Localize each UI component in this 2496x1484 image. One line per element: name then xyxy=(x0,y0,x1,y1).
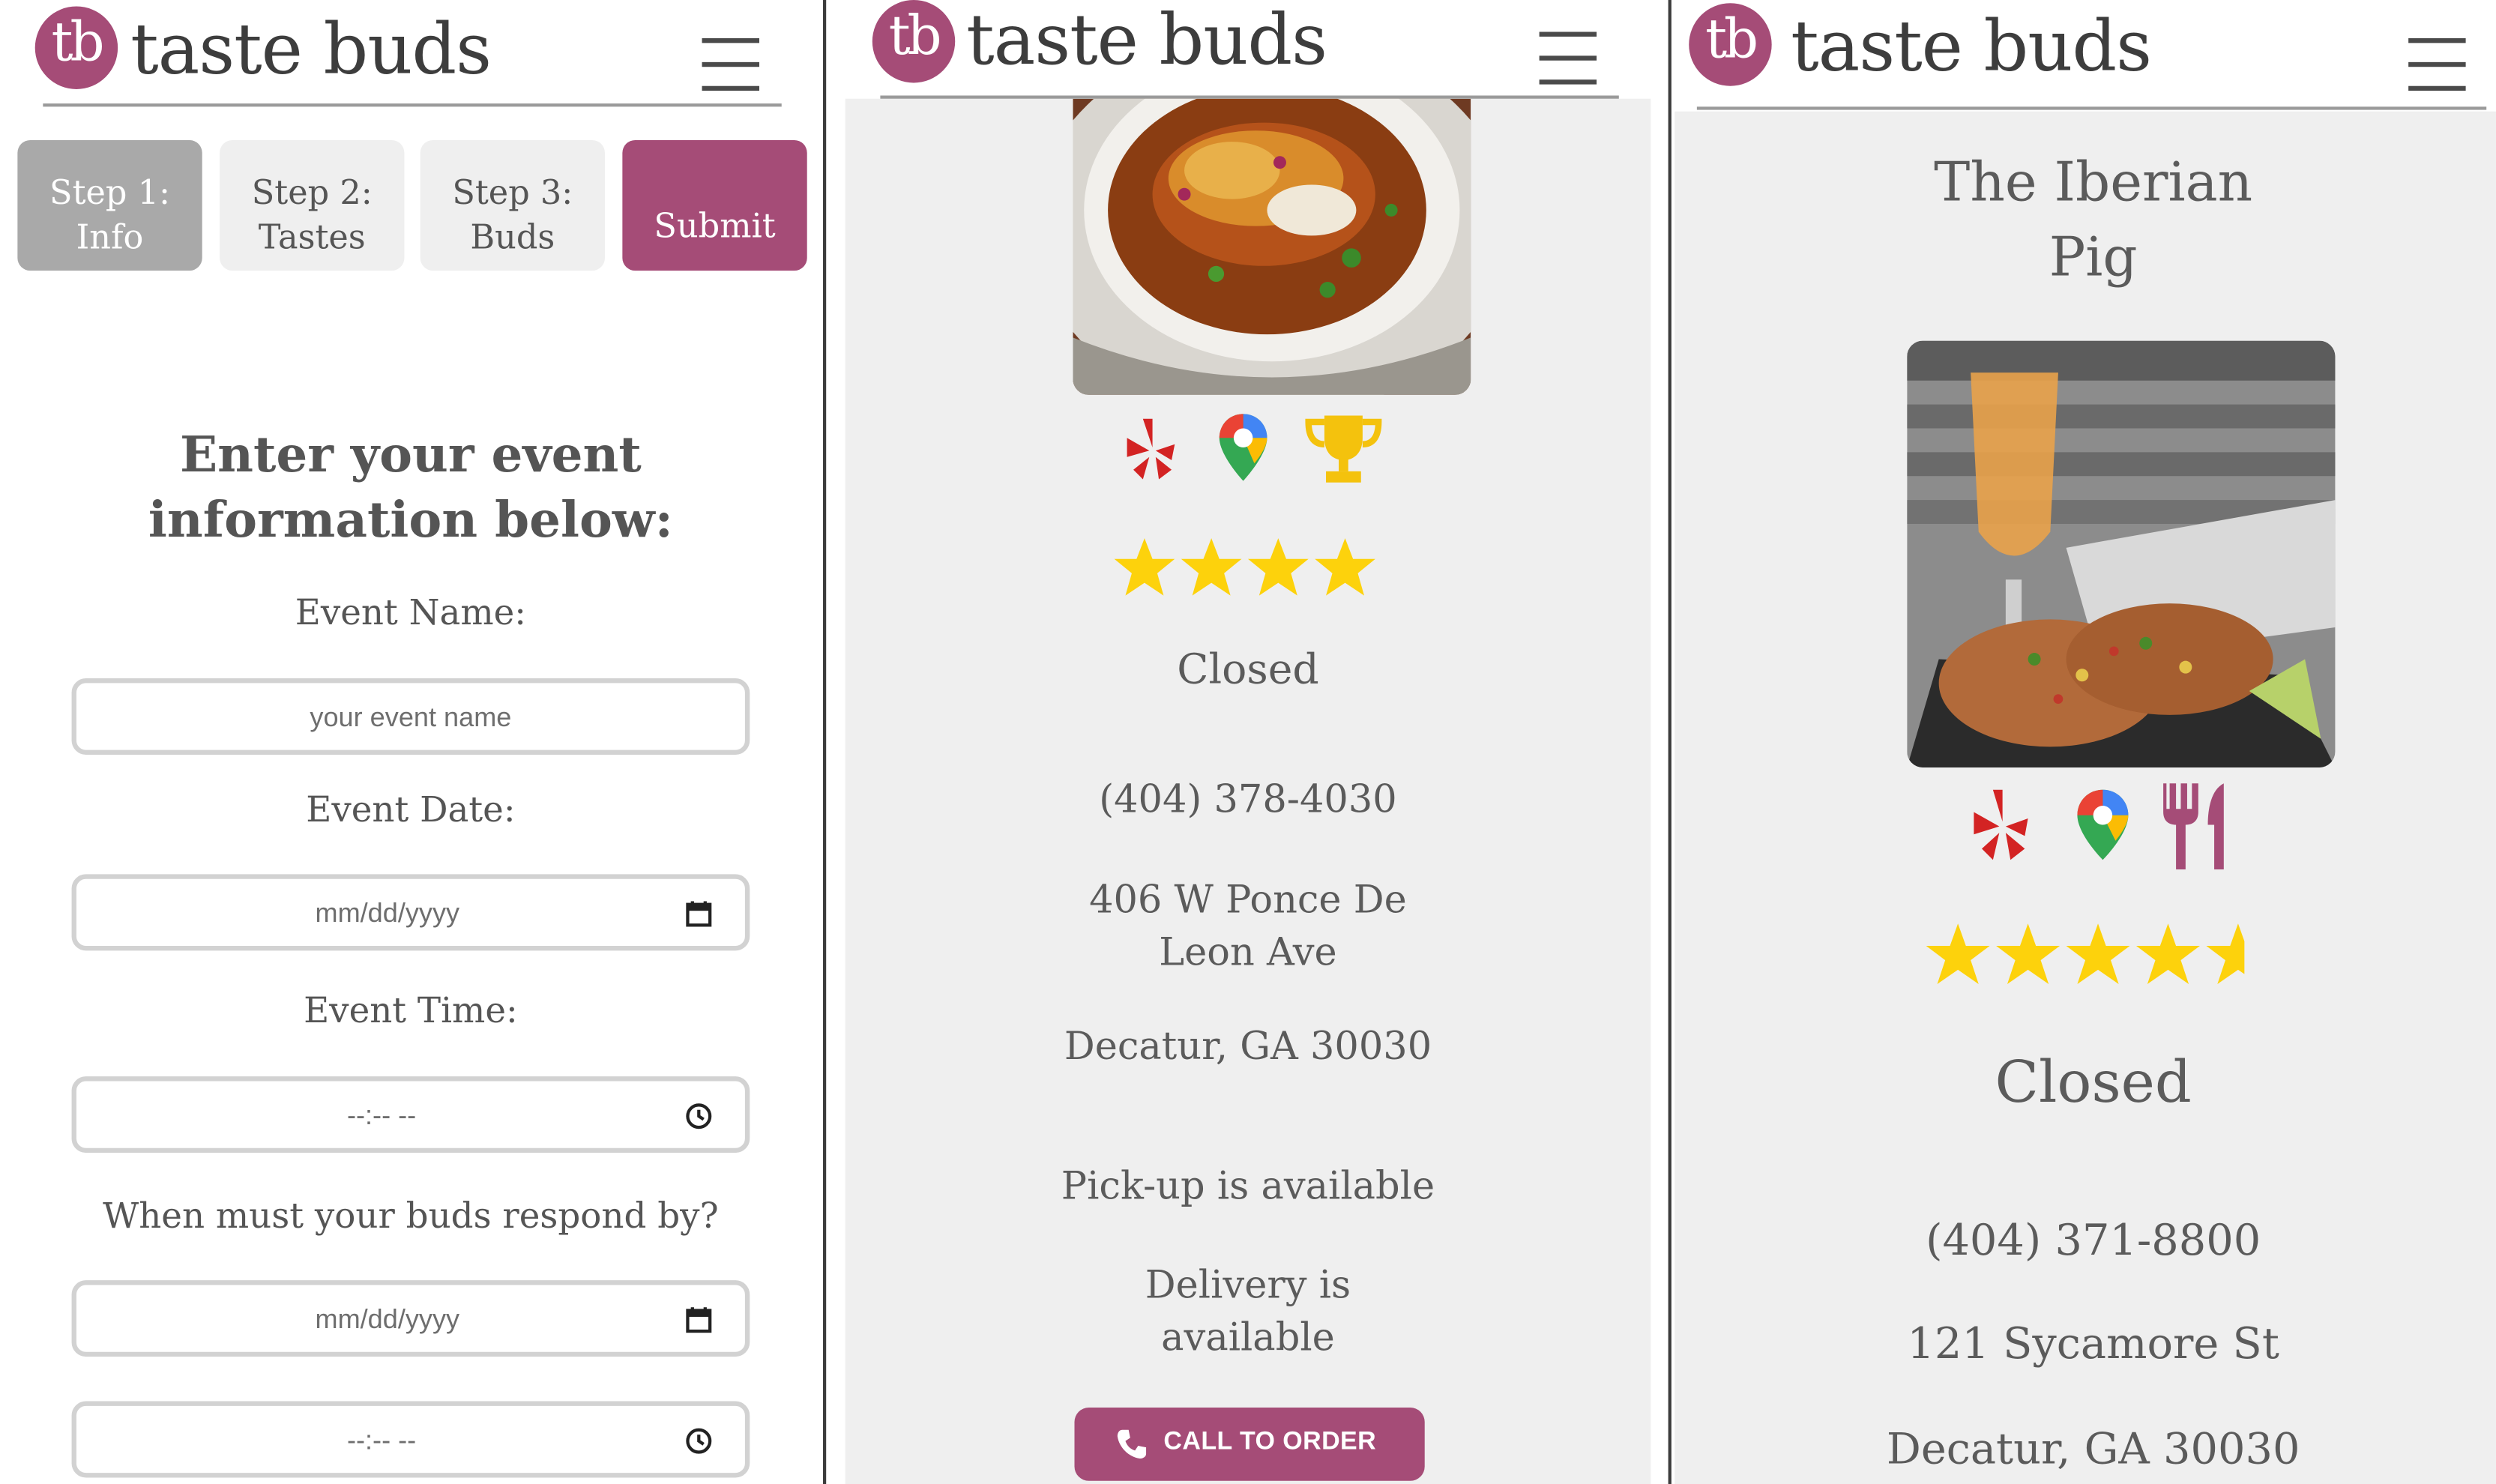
star-icon xyxy=(1996,923,2061,984)
address-street: 406 W Ponce De Leon Ave xyxy=(1089,877,1407,975)
event-date-input[interactable]: mm/dd/yyyy xyxy=(71,874,750,951)
event-time-placeholder: --:-- -- xyxy=(346,1100,417,1131)
step-2-tastes-tab[interactable]: Step 2: Tastes xyxy=(220,139,405,271)
restaurant-name: The Iberian Pig xyxy=(1934,151,2253,290)
respond-time-placeholder: --:-- -- xyxy=(346,1425,417,1456)
event-date-placeholder: mm/dd/yyyy xyxy=(315,898,460,929)
step-1-info-tab[interactable]: Step 1: Info xyxy=(17,139,202,271)
star-icon xyxy=(1315,538,1375,596)
app-header: tb taste buds xyxy=(1674,0,2496,110)
open-status: Closed xyxy=(1177,646,1319,695)
app-header: tb taste buds xyxy=(0,0,822,107)
delivery-availability: Delivery is available xyxy=(1145,1262,1351,1360)
yelp-icon[interactable] xyxy=(1121,415,1178,482)
logo-wordmark[interactable]: taste buds xyxy=(966,0,1327,81)
respond-by-date-input[interactable]: mm/dd/yyyy xyxy=(71,1280,750,1357)
hamburger-menu-icon[interactable] xyxy=(1539,31,1597,85)
screen-divider xyxy=(1668,0,1671,1484)
hamburger-menu-icon[interactable] xyxy=(2408,37,2466,92)
dish-photo xyxy=(1907,340,2336,768)
restaurant-detail-screen-2: tb taste buds The Iberian Pig Closed (40… xyxy=(1674,0,2496,1484)
star-rating xyxy=(1114,538,1375,596)
clock-icon[interactable] xyxy=(684,1102,713,1130)
star-icon xyxy=(1926,923,1990,984)
trophy-icon[interactable] xyxy=(1302,412,1384,486)
half-star-icon xyxy=(2206,923,2245,984)
clock-icon[interactable] xyxy=(684,1427,713,1456)
google-maps-icon[interactable] xyxy=(2074,787,2131,863)
event-name-placeholder: your event name xyxy=(310,702,512,733)
star-icon xyxy=(2136,923,2200,984)
logo-mark[interactable]: tb xyxy=(34,6,118,89)
address-city: Decatur, GA 30030 xyxy=(1886,1425,2300,1475)
event-date-label: Event Date: xyxy=(306,791,516,831)
fork-knife-icon[interactable] xyxy=(2160,780,2240,872)
star-icon xyxy=(1181,538,1242,596)
respond-by-label: When must your buds respond by? xyxy=(103,1197,719,1237)
dish-photo xyxy=(1073,98,1471,395)
star-icon xyxy=(1114,538,1175,596)
form-heading: Enter your event information below: xyxy=(148,426,673,549)
address-city: Decatur, GA 30030 xyxy=(1064,1024,1432,1069)
pickup-availability: Pick-up is available xyxy=(1061,1164,1435,1209)
call-to-order-label: CALL TO ORDER xyxy=(1163,1428,1377,1456)
step-3-buds-tab[interactable]: Step 3: Buds xyxy=(420,139,606,271)
event-time-input[interactable]: --:-- -- xyxy=(71,1076,750,1153)
screen-divider xyxy=(822,0,827,1484)
respond-by-time-input[interactable]: --:-- -- xyxy=(71,1401,750,1478)
yelp-icon[interactable] xyxy=(1968,787,2031,863)
event-info-screen: tb taste buds Step 1: Info Step 2: Taste… xyxy=(0,0,822,1484)
google-maps-icon[interactable] xyxy=(1217,411,1270,484)
calendar-icon[interactable] xyxy=(684,899,713,928)
respond-date-placeholder: mm/dd/yyyy xyxy=(315,1303,460,1335)
phone-number[interactable]: (404) 371-8800 xyxy=(1695,1216,2492,1266)
app-header: tb taste buds xyxy=(829,0,1666,105)
restaurant-detail-screen-1: tb taste buds Closed (404) 378-4030 406 … xyxy=(829,0,1667,1484)
calendar-icon[interactable] xyxy=(684,1306,713,1334)
open-status: Closed xyxy=(1995,1051,2192,1117)
star-icon xyxy=(1247,538,1309,596)
hamburger-menu-icon[interactable] xyxy=(702,37,760,92)
phone-number[interactable]: (404) 378-4030 xyxy=(850,777,1646,821)
call-to-order-button[interactable]: CALL TO ORDER xyxy=(1074,1408,1425,1481)
header-divider xyxy=(1696,106,2487,110)
screenshot-stage: tb taste buds Step 1: Info Step 2: Taste… xyxy=(0,0,2496,1484)
event-time-label: Event Time: xyxy=(304,992,518,1032)
address-street: 121 Sycamore St xyxy=(1907,1320,2279,1370)
logo-mark[interactable]: tb xyxy=(872,0,956,83)
logo-wordmark[interactable]: taste buds xyxy=(1791,6,2152,87)
event-name-label: Event Name: xyxy=(295,594,527,634)
logo-mark[interactable]: tb xyxy=(1689,3,1772,86)
logo-wordmark[interactable]: taste buds xyxy=(130,10,492,91)
star-icon xyxy=(2066,923,2130,984)
event-name-input[interactable]: your event name xyxy=(71,678,750,755)
submit-button[interactable]: Submit xyxy=(622,139,807,271)
phone-icon xyxy=(1117,1429,1147,1459)
star-rating xyxy=(1926,923,2245,984)
header-divider xyxy=(43,103,782,107)
